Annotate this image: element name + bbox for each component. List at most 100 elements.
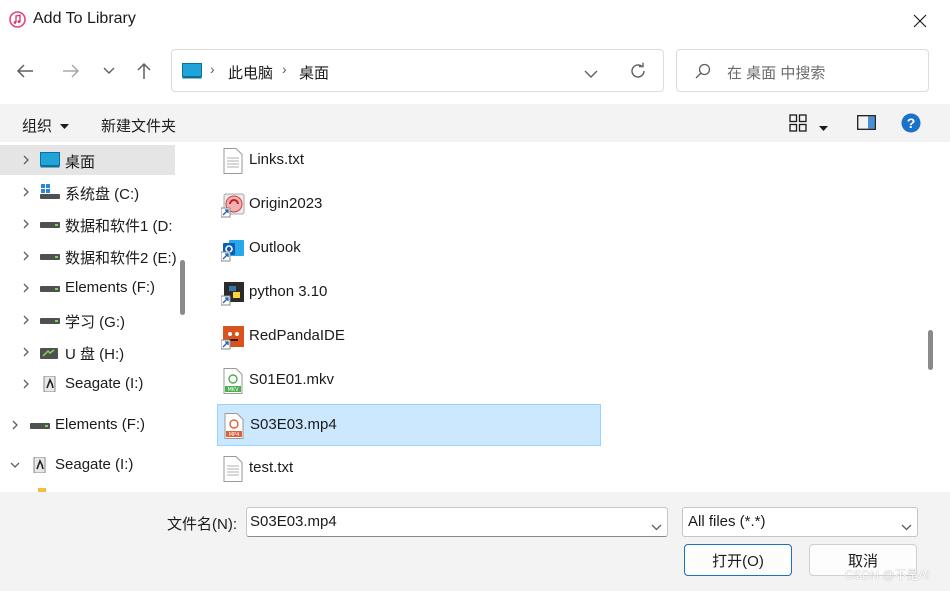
- filename-dropdown-button[interactable]: [651, 518, 662, 535]
- sidebar-item-elements-root[interactable]: Elements (F:): [0, 410, 175, 440]
- sidebar-item-desktop[interactable]: 桌面: [0, 145, 175, 175]
- sidebar-scrollbar[interactable]: [180, 260, 185, 315]
- file-type-value: All files (*.*): [688, 513, 766, 530]
- sidebar-item-c-drive[interactable]: 系统盘 (C:): [0, 177, 175, 207]
- sidebar-item-label: 系统盘 (C:): [65, 186, 140, 203]
- usb-drive-icon: [40, 348, 58, 359]
- forward-button[interactable]: [58, 58, 84, 84]
- search-icon: [695, 63, 711, 83]
- origin-shortcut-icon: [221, 193, 245, 218]
- sidebar-item-label: Elements (F:): [55, 416, 146, 433]
- file-name: Links.txt: [249, 151, 305, 168]
- sidebar-item-f-drive[interactable]: Elements (F:): [0, 273, 175, 303]
- refresh-button[interactable]: [629, 62, 647, 84]
- drive-icon: [40, 286, 60, 292]
- file-item-s03e03[interactable]: MP4 S03E03.mp4: [217, 404, 601, 446]
- sidebar-item-label: Seagate (I:): [55, 456, 134, 473]
- caret-down-icon: [60, 124, 70, 130]
- chevron-down-icon: [901, 518, 912, 535]
- chevron-down-icon: [10, 462, 20, 468]
- chevron-down-icon: [103, 67, 115, 74]
- file-item-test[interactable]: test.txt: [217, 448, 601, 490]
- file-item-outlook[interactable]: Outlook: [217, 228, 601, 270]
- organize-menu[interactable]: 组织: [22, 115, 70, 136]
- file-name: python 3.10: [249, 283, 328, 300]
- outlook-shortcut-icon: [221, 240, 244, 262]
- address-history-button[interactable]: [584, 66, 598, 83]
- file-name: RedPandaIDE: [249, 327, 345, 344]
- preview-pane-icon: [857, 115, 876, 130]
- file-item-origin2023[interactable]: Origin2023: [217, 184, 601, 226]
- open-button[interactable]: 打开(O): [684, 544, 792, 576]
- preview-pane-button[interactable]: [857, 115, 876, 134]
- mkv-file-icon: MKV: [223, 368, 243, 394]
- drive-icon: [40, 222, 60, 228]
- sidebar-item-seagate-root[interactable]: Seagate (I:): [0, 450, 175, 480]
- file-list-scrollbar[interactable]: [928, 330, 933, 370]
- desktop-icon: [40, 152, 60, 168]
- up-button[interactable]: [131, 58, 157, 84]
- back-button[interactable]: [12, 58, 38, 84]
- python-shortcut-icon: [221, 282, 244, 306]
- text-file-icon: [223, 456, 243, 482]
- sidebar-item-e-drive[interactable]: 数据和软件2 (E:): [0, 241, 177, 271]
- recent-locations-button[interactable]: [96, 58, 122, 84]
- file-name: Outlook: [249, 239, 301, 256]
- close-button[interactable]: [900, 3, 940, 39]
- arrow-up-icon: [137, 62, 151, 79]
- new-folder-button[interactable]: 新建文件夹: [101, 115, 176, 136]
- view-button[interactable]: [789, 114, 807, 136]
- breadcrumb-this-pc[interactable]: 此电脑: [228, 62, 273, 83]
- chevron-right-icon: [23, 187, 29, 197]
- help-icon: ?: [901, 113, 921, 133]
- file-item-redpandaide[interactable]: RedPandaIDE: [217, 316, 601, 358]
- chevron-right-icon: [23, 315, 29, 325]
- seagate-drive-icon: [43, 376, 56, 392]
- drive-icon: [30, 423, 50, 429]
- refresh-icon: [631, 62, 645, 78]
- drive-icon: [40, 254, 60, 260]
- sidebar-item-d-drive[interactable]: 数据和软件1 (D:: [0, 209, 175, 239]
- view-options-button[interactable]: [819, 119, 828, 136]
- watermark-text: CSDN @不是AI: [845, 568, 930, 582]
- file-name: S01E01.mkv: [249, 371, 335, 388]
- sidebar-item-g-drive[interactable]: 学习 (G:): [0, 305, 175, 335]
- file-list: Links.txt Origin2023 Outlook python 3.10…: [194, 142, 922, 492]
- help-button[interactable]: ?: [901, 113, 921, 137]
- itunes-app-icon: [9, 11, 26, 28]
- file-name: S03E03.mp4: [250, 416, 337, 433]
- grid-view-icon: [789, 114, 807, 132]
- sidebar-item-h-drive[interactable]: U 盘 (H:): [0, 337, 175, 367]
- file-name: test.txt: [249, 459, 294, 476]
- chevron-down-icon: [584, 70, 598, 78]
- sidebar-item-label: 数据和软件1 (D:: [65, 218, 173, 235]
- file-item-links[interactable]: Links.txt: [217, 142, 601, 182]
- file-item-python[interactable]: python 3.10: [217, 272, 601, 314]
- sidebar-item-label: 桌面: [65, 154, 96, 171]
- search-box[interactable]: 在 桌面 中搜索: [676, 49, 929, 92]
- chevron-right-icon: [23, 379, 29, 389]
- file-item-s01e01[interactable]: MKV S01E01.mkv: [217, 360, 601, 402]
- svg-text:?: ?: [907, 115, 916, 131]
- address-bar[interactable]: › 此电脑 › 桌面: [171, 49, 664, 92]
- chevron-right-icon: [23, 283, 29, 293]
- breadcrumb-desktop[interactable]: 桌面: [299, 62, 329, 83]
- breadcrumb-separator-icon: ›: [282, 61, 287, 77]
- filename-value: S03E03.mp4: [250, 513, 337, 530]
- file-type-select[interactable]: All files (*.*): [682, 507, 918, 537]
- arrow-right-icon: [63, 64, 80, 78]
- windows-drive-icon: [40, 184, 60, 199]
- chevron-right-icon: [12, 420, 18, 430]
- title-bar: Add To Library: [0, 0, 950, 42]
- filename-input[interactable]: S03E03.mp4: [246, 507, 668, 537]
- close-icon: [913, 14, 927, 28]
- search-placeholder: 在 桌面 中搜索: [727, 65, 826, 82]
- arrow-left-icon: [16, 64, 33, 78]
- sidebar-item-i-drive[interactable]: Seagate (I:): [0, 369, 175, 399]
- mp4-file-icon: MP4: [224, 413, 244, 439]
- svg-text:MKV: MKV: [227, 387, 239, 393]
- sidebar-item-label: Elements (F:): [65, 279, 156, 296]
- drive-icon: [40, 318, 60, 324]
- dialog-footer: 文件名(N): S03E03.mp4 All files (*.*) 打开(O)…: [0, 492, 950, 591]
- caret-down-icon: [819, 126, 828, 131]
